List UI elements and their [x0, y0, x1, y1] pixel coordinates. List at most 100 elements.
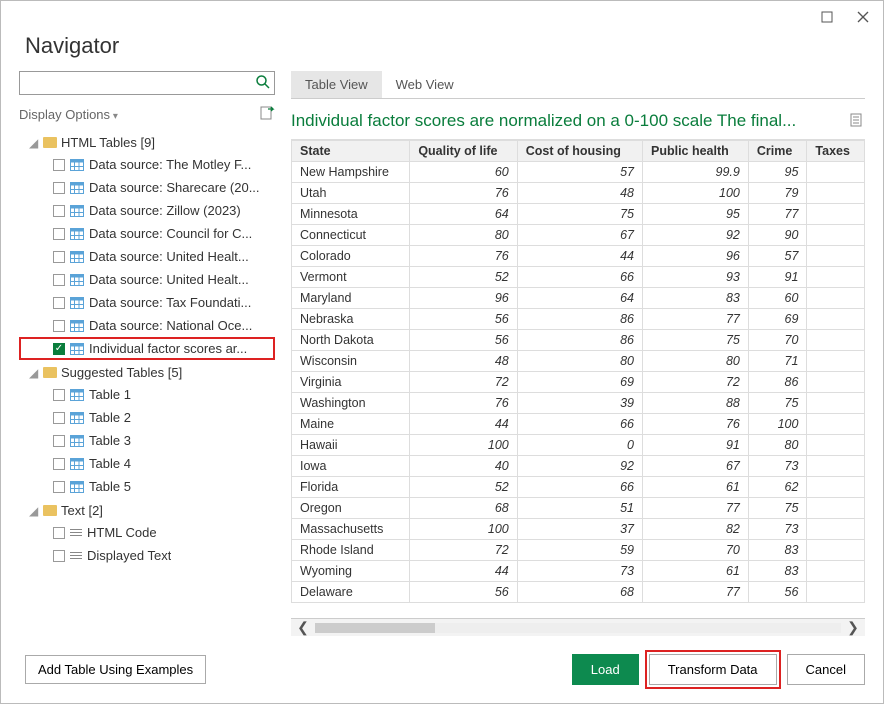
chevron-down-icon: ◢ [29, 136, 39, 150]
checkbox[interactable] [53, 205, 65, 217]
table-options-icon[interactable] [849, 112, 865, 131]
checkbox[interactable] [53, 481, 65, 493]
checkbox[interactable] [53, 159, 65, 171]
table-cell: 100 [410, 519, 517, 540]
checkbox[interactable] [53, 389, 65, 401]
checkbox[interactable] [53, 412, 65, 424]
checkbox[interactable] [53, 550, 65, 562]
tree-item[interactable]: Data source: Sharecare (20... [19, 176, 275, 199]
tree-item[interactable]: Table 2 [19, 406, 275, 429]
table-container: StateQuality of lifeCost of housingPubli… [291, 139, 865, 618]
checkbox[interactable] [53, 182, 65, 194]
checkbox[interactable] [53, 320, 65, 332]
table-icon [70, 320, 84, 332]
refresh-icon[interactable] [259, 105, 275, 124]
table-row[interactable]: Massachusetts100378273 [292, 519, 865, 540]
table-row[interactable]: Florida52666162 [292, 477, 865, 498]
tab[interactable]: Web View [382, 71, 468, 98]
table-row[interactable]: Virginia72697286 [292, 372, 865, 393]
table-row[interactable]: Iowa40926773 [292, 456, 865, 477]
tree-item[interactable]: Data source: National Oce... [19, 314, 275, 337]
transform-data-button[interactable]: Transform Data [649, 654, 777, 685]
table-cell: 52 [410, 267, 517, 288]
table-row[interactable]: Hawaii10009180 [292, 435, 865, 456]
table-row[interactable]: Utah764810079 [292, 183, 865, 204]
table-row[interactable]: Maryland96648360 [292, 288, 865, 309]
table-row[interactable]: Connecticut80679290 [292, 225, 865, 246]
table-cell: Oregon [292, 498, 410, 519]
horizontal-scrollbar[interactable]: ❮ ❯ [291, 618, 865, 636]
column-header[interactable]: Public health [642, 141, 748, 162]
table-cell: 69 [748, 309, 807, 330]
column-header[interactable]: Quality of life [410, 141, 517, 162]
display-options-dropdown[interactable]: Display Options [19, 107, 118, 122]
checkbox[interactable] [53, 527, 65, 539]
scroll-right-arrow[interactable]: ❯ [841, 619, 865, 636]
column-header[interactable]: Crime [748, 141, 807, 162]
scroll-left-arrow[interactable]: ❮ [291, 619, 315, 636]
tree-item[interactable]: HTML Code [19, 521, 275, 544]
table-row[interactable]: Minnesota64759577 [292, 204, 865, 225]
checkbox[interactable] [53, 297, 65, 309]
tree-section-header[interactable]: ◢Suggested Tables [5] [19, 362, 275, 383]
table-row[interactable]: Delaware56687756 [292, 582, 865, 603]
table-row[interactable]: Wisconsin48808071 [292, 351, 865, 372]
table-row[interactable]: Vermont52669391 [292, 267, 865, 288]
table-icon [70, 182, 84, 194]
cancel-button[interactable]: Cancel [787, 654, 865, 685]
column-header[interactable]: Cost of housing [517, 141, 642, 162]
maximize-button[interactable] [815, 5, 839, 29]
tree-item[interactable]: Table 1 [19, 383, 275, 406]
checkbox[interactable] [53, 435, 65, 447]
tree-section-header[interactable]: ◢Text [2] [19, 500, 275, 521]
table-row[interactable]: Rhode Island72597083 [292, 540, 865, 561]
tree-item[interactable]: Data source: The Motley F... [19, 153, 275, 176]
table-row[interactable]: Washington76398875 [292, 393, 865, 414]
column-header[interactable]: Taxes [807, 141, 865, 162]
checkbox[interactable] [53, 251, 65, 263]
table-row[interactable]: Wyoming44736183 [292, 561, 865, 582]
table-cell: 75 [748, 393, 807, 414]
scroll-track[interactable] [315, 623, 841, 633]
table-row[interactable]: Nebraska56867769 [292, 309, 865, 330]
checkbox[interactable] [53, 274, 65, 286]
table-cell: 66 [517, 414, 642, 435]
tree-item[interactable]: Displayed Text [19, 544, 275, 567]
table-row[interactable]: Oregon68517775 [292, 498, 865, 519]
load-button[interactable]: Load [572, 654, 639, 685]
table-scroll[interactable]: StateQuality of lifeCost of housingPubli… [291, 140, 865, 618]
text-icon [70, 527, 82, 539]
checkbox[interactable]: ✓ [53, 343, 65, 355]
checkbox[interactable] [53, 228, 65, 240]
table-row[interactable]: North Dakota56867570 [292, 330, 865, 351]
table-cell: 76 [642, 414, 748, 435]
tree-section-header[interactable]: ◢HTML Tables [9] [19, 132, 275, 153]
tree-item[interactable]: ✓Individual factor scores ar... [19, 337, 275, 360]
tree-item[interactable]: Data source: United Healt... [19, 268, 275, 291]
table-cell: 86 [517, 309, 642, 330]
search-icon[interactable] [255, 74, 271, 93]
tree-view[interactable]: ◢HTML Tables [9]Data source: The Motley … [19, 130, 275, 636]
table-row[interactable]: Maine446676100 [292, 414, 865, 435]
scroll-thumb[interactable] [315, 623, 435, 633]
tree-item[interactable]: Table 4 [19, 452, 275, 475]
table-cell [807, 225, 865, 246]
column-header[interactable]: State [292, 141, 410, 162]
tree-item[interactable]: Data source: United Healt... [19, 245, 275, 268]
tree-item[interactable]: Data source: Zillow (2023) [19, 199, 275, 222]
table-row[interactable]: New Hampshire605799.995 [292, 162, 865, 183]
table-row[interactable]: Colorado76449657 [292, 246, 865, 267]
table-cell: 48 [410, 351, 517, 372]
tree-item[interactable]: Data source: Council for C... [19, 222, 275, 245]
table-cell: 44 [517, 246, 642, 267]
tree-item[interactable]: Data source: Tax Foundati... [19, 291, 275, 314]
close-button[interactable] [851, 5, 875, 29]
table-cell: 62 [748, 477, 807, 498]
table-cell: 56 [410, 309, 517, 330]
checkbox[interactable] [53, 458, 65, 470]
tree-item[interactable]: Table 5 [19, 475, 275, 498]
add-table-button[interactable]: Add Table Using Examples [25, 655, 206, 684]
tab-active[interactable]: Table View [291, 71, 382, 98]
search-input[interactable] [19, 71, 275, 95]
tree-item[interactable]: Table 3 [19, 429, 275, 452]
